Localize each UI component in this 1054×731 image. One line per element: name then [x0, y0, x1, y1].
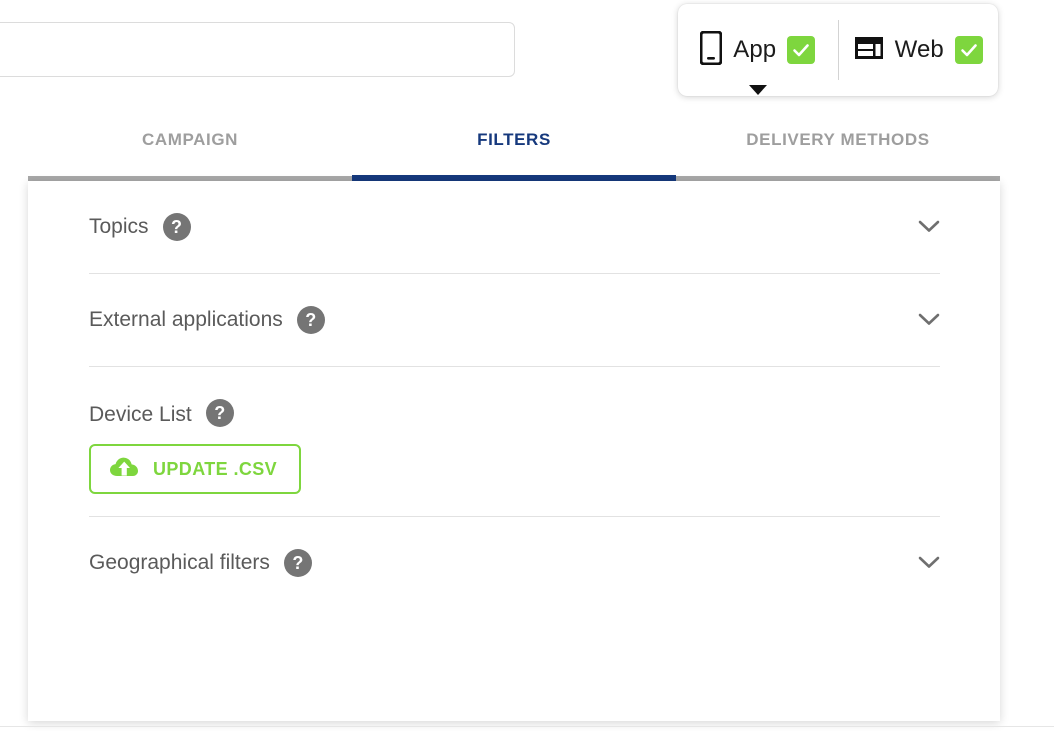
chevron-down-icon-topics[interactable]: [918, 219, 940, 233]
chevron-down-icon-geographical-filters[interactable]: [918, 555, 940, 569]
filters-list: Topics ? External applications ? Device …: [89, 181, 940, 609]
filter-row-topics[interactable]: Topics ?: [89, 181, 940, 274]
help-icon-device-list[interactable]: ?: [205, 399, 234, 427]
filter-row-geographical-filters[interactable]: Geographical filters ?: [89, 517, 940, 609]
cloud-upload-icon: [109, 456, 139, 483]
tab-campaign-label: CAMPAIGN: [141, 130, 239, 149]
campaign-name-input[interactable]: [0, 22, 515, 77]
filter-header-external-applications: External applications ?: [89, 274, 940, 366]
filter-row-device-list[interactable]: Device List ? UPDATE .CSV: [89, 367, 940, 517]
channel-checkbox-web[interactable]: [954, 36, 983, 64]
update-csv-button[interactable]: UPDATE .CSV: [89, 444, 302, 494]
tab-filters-label: FILTERS: [477, 130, 551, 149]
help-icon-external-applications[interactable]: ?: [296, 306, 325, 334]
filter-header-geographical-filters: Geographical filters ?: [89, 517, 940, 609]
channel-option-app[interactable]: App: [678, 4, 838, 96]
channel-option-web[interactable]: Web: [839, 4, 999, 96]
help-icon-topics[interactable]: ?: [162, 213, 191, 241]
filters-card: Topics ? External applications ? Device …: [28, 181, 1000, 721]
channel-selector-panel: App Web: [678, 4, 998, 96]
channel-label-app: App: [733, 36, 777, 63]
page-bottom-divider: [0, 726, 1054, 727]
tab-bar: CAMPAIGN FILTERS DELIVERY METHODS: [28, 118, 1000, 176]
filter-row-external-applications[interactable]: External applications ?: [89, 274, 940, 367]
dropdown-caret-icon[interactable]: [748, 85, 767, 95]
filter-title-external-applications: External applications: [89, 308, 283, 331]
tab-filters[interactable]: FILTERS: [352, 118, 676, 176]
browser-window-icon: [854, 36, 884, 65]
tab-delivery-methods[interactable]: DELIVERY METHODS: [676, 118, 1000, 176]
filter-title-topics: Topics: [89, 215, 149, 238]
filter-header-topics: Topics ?: [89, 181, 940, 273]
filter-title-device-list: Device List: [89, 403, 192, 426]
filter-title-geographical-filters: Geographical filters: [89, 551, 270, 574]
update-csv-button-label: UPDATE .CSV: [153, 458, 278, 479]
help-icon-geographical-filters[interactable]: ?: [283, 549, 312, 577]
chevron-down-icon-external-applications[interactable]: [918, 312, 940, 326]
tab-campaign[interactable]: CAMPAIGN: [28, 118, 352, 176]
channel-label-web: Web: [894, 36, 944, 63]
filter-header-device-list: Device List ?: [89, 367, 940, 427]
mobile-phone-icon: [699, 30, 723, 70]
tab-delivery-methods-label: DELIVERY METHODS: [746, 130, 930, 149]
campaign-name-field-wrapper: [0, 22, 515, 77]
channel-checkbox-app[interactable]: [787, 36, 816, 64]
